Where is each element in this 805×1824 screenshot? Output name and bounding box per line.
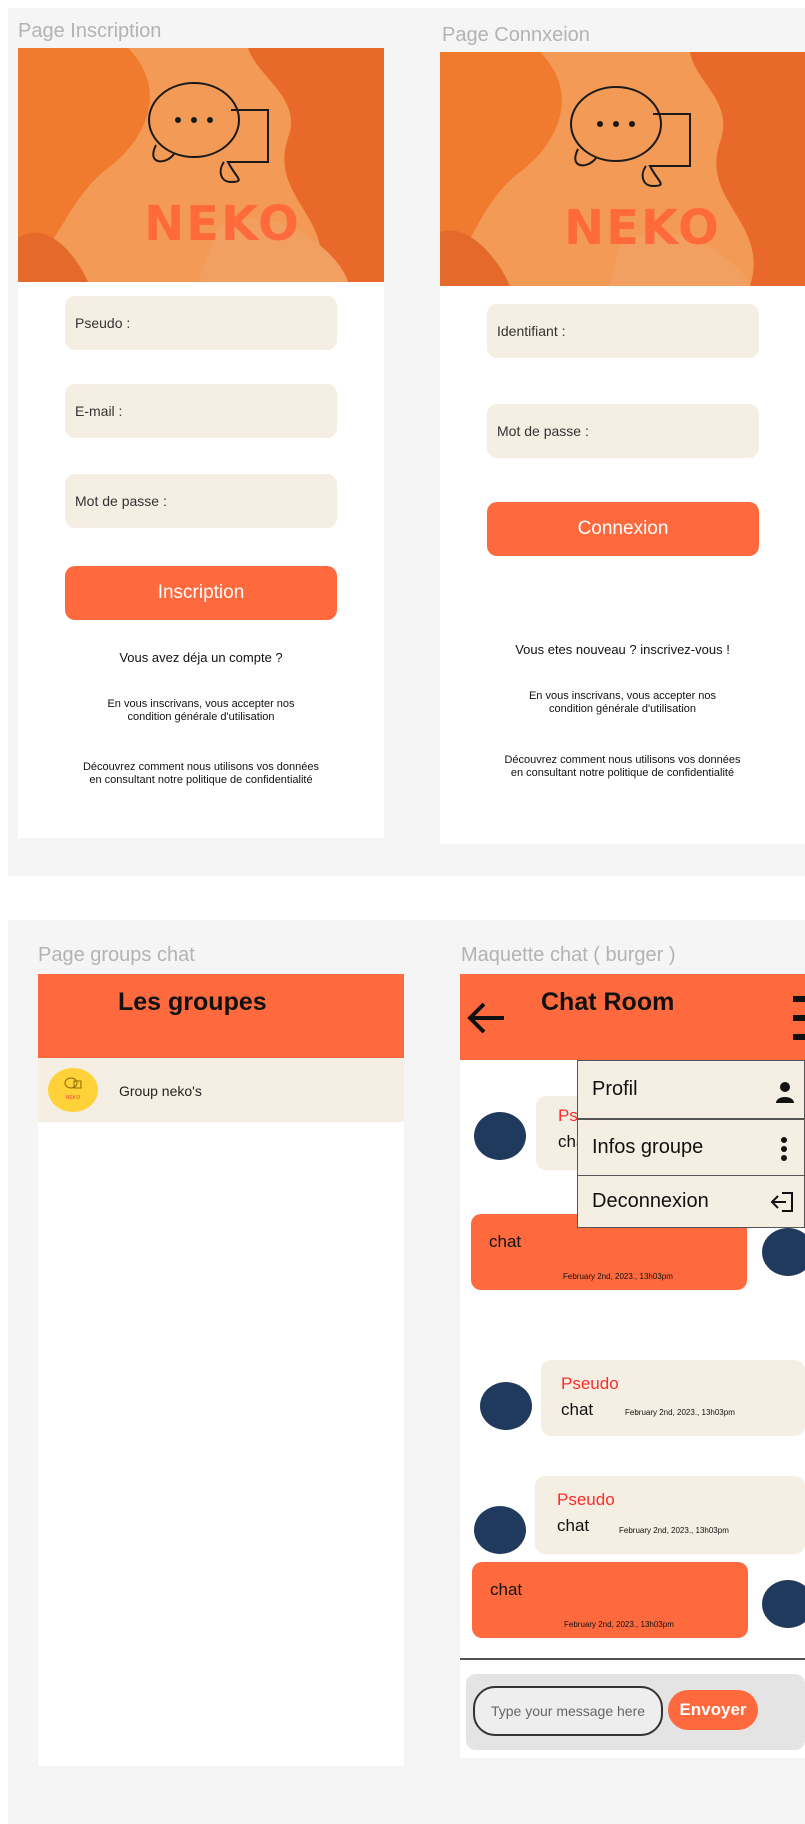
password-field[interactable]: Mot de passe : xyxy=(65,474,337,528)
menu-item-label: Profil xyxy=(592,1078,638,1100)
user-icon xyxy=(776,1082,794,1103)
privacy-line-1: Découvrez comment nous utilisons vos don… xyxy=(82,761,319,773)
groups-screen: Les groupes NEKO Group neko's xyxy=(38,974,404,1766)
login-hero: NEKO xyxy=(440,52,805,286)
chat-bubbles-icon xyxy=(148,82,269,184)
group-list-item[interactable]: NEKO Group neko's xyxy=(38,1058,404,1122)
terms-line-2: condition générale d'utilisation xyxy=(548,703,697,715)
message-timestamp: February 2nd, 2023., 13h03pm xyxy=(625,1408,735,1417)
groups-header: Les groupes xyxy=(38,974,404,1058)
avatar xyxy=(762,1228,805,1276)
login-button[interactable]: Connexion xyxy=(487,502,759,556)
message-bubble-incoming: Pseudo chat February 2nd, 2023., 13h03pm xyxy=(535,1476,805,1554)
privacy-text: Découvrez comment nous utilisons vos don… xyxy=(440,754,805,780)
menu-item-label: Infos groupe xyxy=(592,1136,704,1158)
brand-logo-text: NEKO xyxy=(144,196,301,252)
signup-frame-label: Page Inscription xyxy=(18,20,162,42)
email-field[interactable]: E-mail : xyxy=(65,384,337,438)
message-bubble-incoming: Pseudo chat February 2nd, 2023., 13h03pm xyxy=(541,1360,805,1436)
message-input[interactable]: Type your message here xyxy=(473,1686,663,1736)
login-frame-label: Page Connxeion xyxy=(442,24,590,46)
signup-hero: NEKO xyxy=(18,48,384,282)
group-avatar: NEKO xyxy=(48,1068,98,1112)
login-screen: NEKO Identifiant : Mot de passe : Connex… xyxy=(440,52,805,844)
terms-line-1: En vous inscrivans, vous accepter nos xyxy=(528,690,717,702)
message-text: chat xyxy=(561,1400,594,1419)
composer-divider xyxy=(460,1658,805,1660)
menu-item-logout[interactable]: Deconnexion xyxy=(577,1176,805,1228)
signup-button[interactable]: Inscription xyxy=(65,566,337,620)
more-vertical-icon xyxy=(781,1137,787,1161)
password-field[interactable]: Mot de passe : xyxy=(487,404,759,458)
chat-frame-label: Maquette chat ( burger ) xyxy=(461,944,676,966)
burger-menu-icon[interactable] xyxy=(793,996,805,1042)
chat-bubbles-icon xyxy=(570,86,691,188)
privacy-line-2: en consultant notre politique de confide… xyxy=(89,774,313,786)
terms-line-1: En vous inscrivans, vous accepter nos xyxy=(107,698,295,710)
avatar xyxy=(762,1580,805,1628)
groups-frame-label: Page groups chat xyxy=(38,944,195,966)
chat-bubbles-icon xyxy=(64,1077,82,1089)
chat-title: Chat Room xyxy=(541,988,675,1016)
message-timestamp: February 2nd, 2023., 13h03pm xyxy=(564,1620,674,1629)
privacy-line-2: en consultant notre politique de confide… xyxy=(510,767,735,779)
avatar xyxy=(480,1382,532,1430)
privacy-text: Découvrez comment nous utilisons vos don… xyxy=(18,761,384,787)
menu-item-label: Deconnexion xyxy=(592,1190,709,1212)
chat-screen: Chat Room Pseudo chat chat February 2nd,… xyxy=(460,974,805,1758)
group-avatar-badge: NEKO xyxy=(65,1095,81,1101)
privacy-line-1: Découvrez comment nous utilisons vos don… xyxy=(504,754,741,766)
new-user-link[interactable]: Vous etes nouveau ? inscrivez-vous ! xyxy=(440,642,805,657)
message-text: chat xyxy=(557,1516,590,1535)
avatar xyxy=(474,1112,526,1160)
group-name: Group neko's xyxy=(119,1083,202,1099)
logout-icon xyxy=(770,1192,793,1212)
message-text: chat xyxy=(490,1580,523,1599)
terms-text: En vous inscrivans, vous accepter nos co… xyxy=(440,690,805,716)
burger-dropdown-menu: Profil Infos groupe Deconnexion xyxy=(577,1060,805,1232)
message-timestamp: February 2nd, 2023., 13h03pm xyxy=(563,1272,673,1281)
groups-title: Les groupes xyxy=(118,988,267,1016)
message-timestamp: February 2nd, 2023., 13h03pm xyxy=(619,1526,729,1535)
menu-item-profile[interactable]: Profil xyxy=(577,1060,805,1120)
message-pseudo: Pseudo xyxy=(561,1374,619,1393)
avatar xyxy=(474,1506,526,1554)
chat-header: Chat Room xyxy=(460,974,805,1060)
composer-bar: Type your message here Envoyer xyxy=(466,1674,805,1750)
menu-item-group-info[interactable]: Infos groupe xyxy=(577,1120,805,1176)
brand-logo-text: NEKO xyxy=(564,200,721,256)
message-text: chat xyxy=(489,1232,522,1251)
terms-text: En vous inscrivans, vous accepter nos co… xyxy=(18,698,384,724)
pseudo-field[interactable]: Pseudo : xyxy=(65,296,337,350)
have-account-link[interactable]: Vous avez déja un compte ? xyxy=(18,650,384,665)
back-arrow-icon[interactable] xyxy=(466,1000,506,1036)
message-bubble-outgoing: chat February 2nd, 2023., 13h03pm xyxy=(472,1562,748,1638)
signup-screen: NEKO Pseudo : E-mail : Mot de passe : In… xyxy=(18,48,384,838)
terms-line-2: condition générale d'utilisation xyxy=(127,711,275,723)
send-button[interactable]: Envoyer xyxy=(668,1690,758,1730)
identifier-field[interactable]: Identifiant : xyxy=(487,304,759,358)
message-pseudo: Pseudo xyxy=(557,1490,615,1509)
